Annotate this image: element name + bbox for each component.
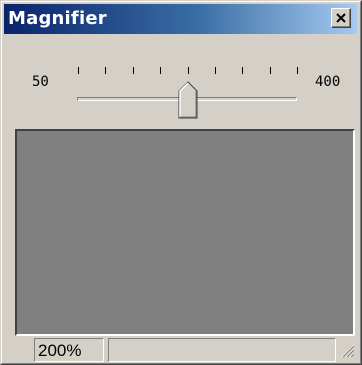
magnifier-window: Magnifier 50 400 200% bbox=[0, 0, 362, 365]
status-message-pane bbox=[108, 338, 336, 362]
title-bar[interactable]: Magnifier bbox=[4, 4, 357, 34]
slider-ticks bbox=[78, 67, 298, 77]
slider-tick bbox=[105, 67, 106, 74]
window-title: Magnifier bbox=[8, 8, 107, 29]
close-button[interactable] bbox=[331, 8, 351, 28]
zoom-min-label: 50 bbox=[32, 74, 49, 90]
slider-tick bbox=[188, 67, 189, 74]
close-x-icon bbox=[336, 13, 346, 23]
zoom-level: 200% bbox=[38, 341, 82, 360]
slider-tick bbox=[270, 67, 271, 74]
slider-tick bbox=[297, 67, 298, 74]
slider-tick bbox=[160, 67, 161, 74]
zoom-max-label: 400 bbox=[315, 74, 341, 90]
slider-tick bbox=[242, 67, 243, 74]
slider-thumb-icon[interactable] bbox=[178, 81, 198, 119]
slider-tick bbox=[133, 67, 134, 74]
slider-tick bbox=[78, 67, 79, 74]
resize-grip-icon[interactable] bbox=[339, 342, 355, 358]
status-bar: 200% bbox=[15, 338, 359, 362]
slider-tick bbox=[215, 67, 216, 74]
zoom-level-pane: 200% bbox=[34, 338, 104, 362]
magnified-view bbox=[15, 129, 355, 336]
